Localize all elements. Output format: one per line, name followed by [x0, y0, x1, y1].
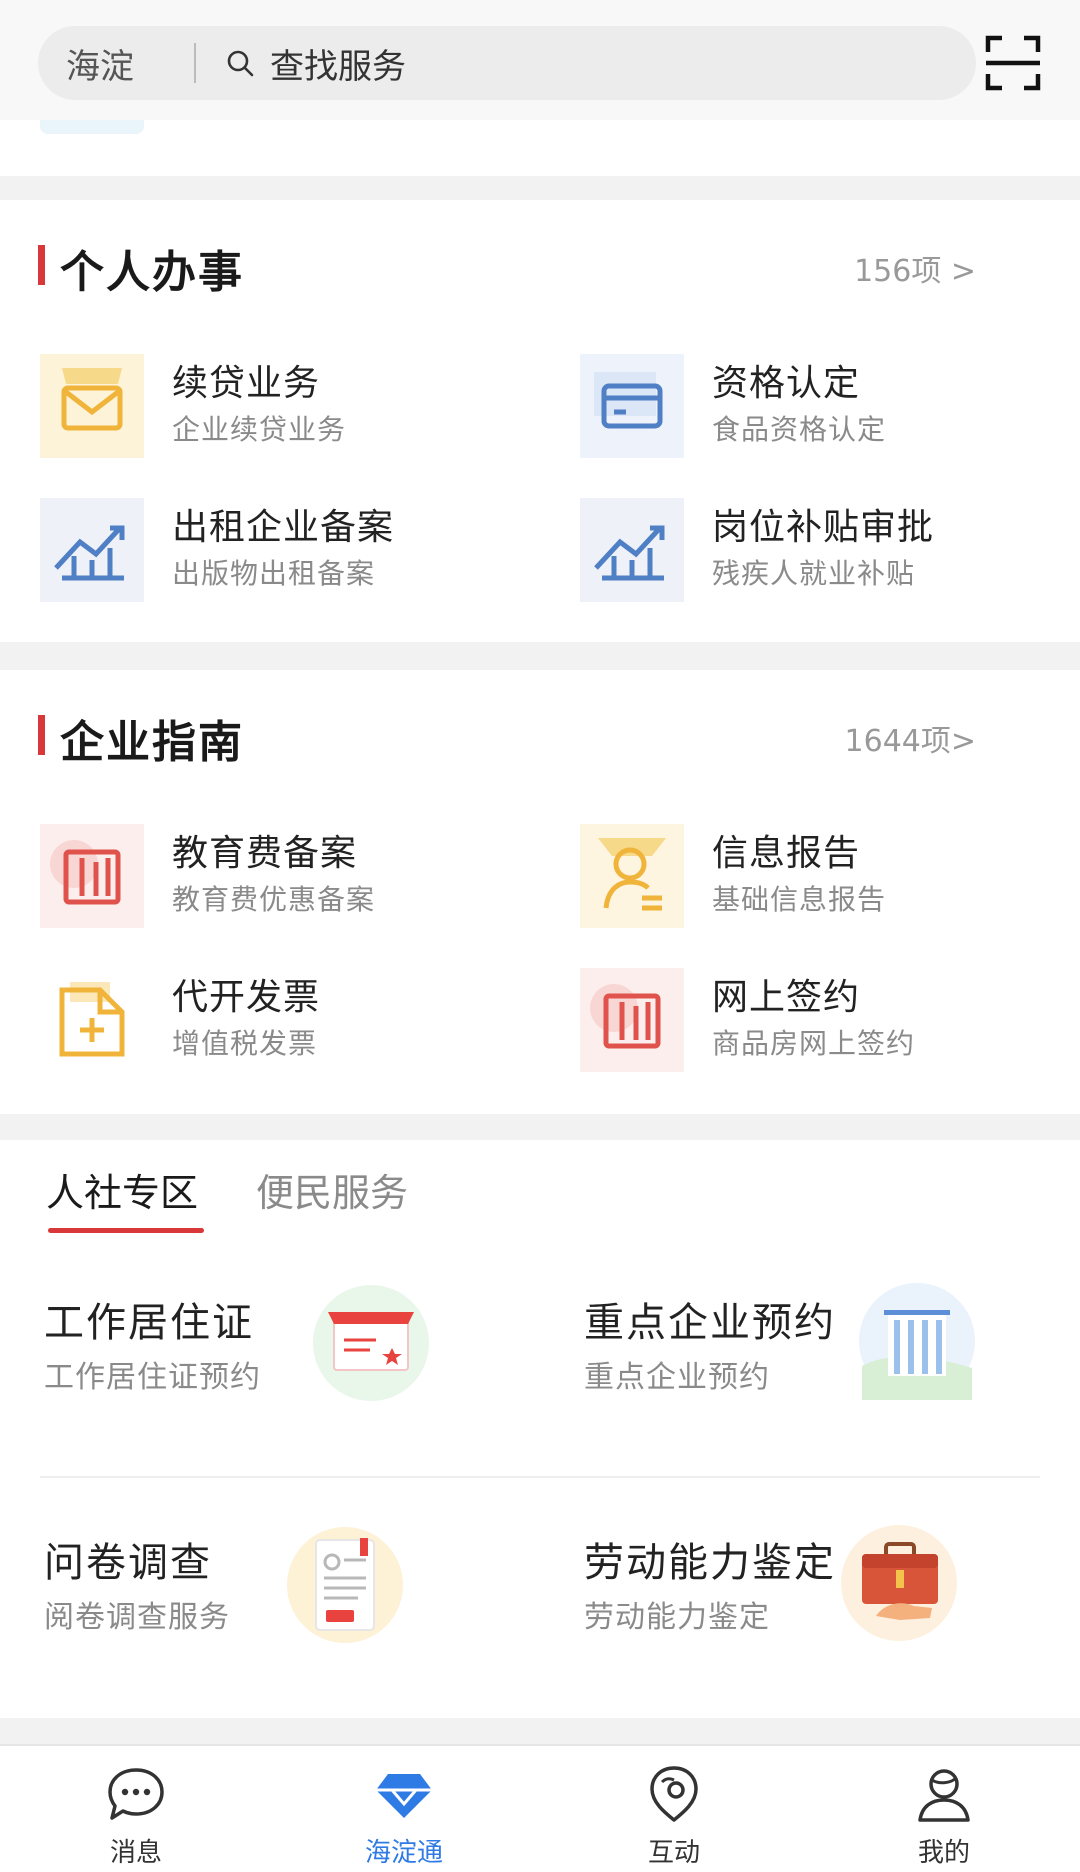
zone-item[interactable]: 重点企业预约 重点企业预约 [584, 1283, 1080, 1420]
zone-title: 工作居住证 [44, 1300, 254, 1346]
cut-off-icon [40, 120, 144, 134]
section-accent-bar [38, 245, 45, 285]
previous-section-edge [0, 120, 1080, 176]
section-header: 企业指南 1644项> [0, 670, 1080, 794]
briefcase-icon [840, 1524, 958, 1642]
zone-divider [40, 1476, 1040, 1478]
search-icon [227, 50, 254, 77]
section-accent-bar [38, 715, 45, 755]
section-title: 个人办事 [60, 247, 244, 298]
nav-label: 我的 [917, 1838, 970, 1868]
zone-item[interactable]: 劳动能力鉴定 劳动能力鉴定 [584, 1525, 1080, 1660]
section-more-link[interactable]: 1644项> [845, 716, 976, 760]
service-title: 信息报告 [712, 833, 861, 874]
zone-item[interactable]: 工作居住证 工作居住证预约 [44, 1285, 544, 1420]
book-icon [40, 824, 144, 928]
chart-up-icon [580, 498, 684, 602]
tabbed-services-section: 人社专区 便民服务 工作居住证 工作居住证预约 重点企业预约 重点企业预约 问卷… [0, 1140, 1080, 1718]
service-item[interactable]: 网上签约 商品房网上签约 [580, 968, 1080, 1078]
section-header: 个人办事 156项 > [0, 200, 1080, 324]
tab-hr-zone[interactable]: 人社专区 [46, 1162, 198, 1217]
search-input[interactable]: 查找服务 [270, 39, 406, 88]
zone-item[interactable]: 问卷调查 阅卷调查服务 [44, 1527, 544, 1660]
section-more-link[interactable]: 156项 > [854, 246, 976, 290]
chart-up-icon [40, 498, 144, 602]
form-icon [286, 1526, 404, 1644]
scan-icon[interactable] [984, 34, 1042, 92]
service-item[interactable]: 代开发票 增值税发票 [40, 968, 540, 1078]
service-subtitle: 企业续贷业务 [172, 413, 347, 446]
service-item[interactable]: 教育费备案 教育费优惠备案 [40, 824, 540, 934]
service-item[interactable]: 出租企业备案 出版物出租备案 [40, 498, 540, 608]
service-subtitle: 教育费优惠备案 [172, 883, 376, 916]
service-subtitle: 商品房网上签约 [712, 1027, 916, 1060]
nav-label: 互动 [647, 1838, 700, 1868]
tab-convenience-services[interactable]: 便民服务 [256, 1162, 408, 1217]
zone-subtitle: 重点企业预约 [584, 1360, 770, 1395]
building-icon [858, 1282, 976, 1400]
active-tab-indicator [48, 1228, 204, 1233]
service-title: 资格认定 [712, 363, 861, 404]
service-title: 代开发票 [172, 977, 321, 1018]
nav-item-mine[interactable]: 我的 [864, 1746, 1024, 1872]
service-subtitle: 食品资格认定 [712, 413, 887, 446]
service-item[interactable]: 资格认定 食品资格认定 [580, 354, 1080, 464]
search-bar[interactable]: 海淀 查找服务 [38, 26, 976, 100]
certificate-icon [312, 1284, 430, 1402]
search-divider [194, 43, 196, 83]
nav-item-haidiantong[interactable]: 海淀通 [324, 1746, 484, 1872]
service-subtitle: 基础信息报告 [712, 883, 887, 916]
service-item[interactable]: 岗位补贴审批 残疾人就业补贴 [580, 498, 1080, 608]
zone-subtitle: 劳动能力鉴定 [584, 1600, 770, 1635]
nav-label: 海淀通 [364, 1838, 443, 1868]
nav-label: 消息 [109, 1838, 162, 1868]
section-title: 企业指南 [60, 717, 244, 768]
personal-services-section: 个人办事 156项 > 续贷业务 企业续贷业务 资格认定 食品资格认定 出租企业… [0, 200, 1080, 642]
message-icon [108, 1768, 164, 1820]
person-report-icon [580, 824, 684, 928]
zone-title: 重点企业预约 [584, 1300, 836, 1346]
district-selector[interactable]: 海淀 [38, 39, 194, 88]
service-subtitle: 残疾人就业补贴 [712, 557, 916, 590]
service-title: 教育费备案 [172, 833, 358, 874]
service-subtitle: 出版物出租备案 [172, 557, 376, 590]
service-title: 网上签约 [712, 977, 861, 1018]
card-icon [580, 354, 684, 458]
service-item[interactable]: 信息报告 基础信息报告 [580, 824, 1080, 934]
diamond-icon [376, 1774, 432, 1818]
zone-title: 问卷调查 [44, 1540, 212, 1586]
service-title: 续贷业务 [172, 363, 321, 404]
envelope-icon [40, 354, 144, 458]
top-header: 海淀 查找服务 [0, 0, 1080, 120]
user-icon [918, 1769, 970, 1822]
nav-item-interaction[interactable]: 互动 [594, 1746, 754, 1872]
service-item[interactable]: 续贷业务 企业续贷业务 [40, 354, 540, 464]
zone-subtitle: 工作居住证预约 [44, 1360, 261, 1395]
service-subtitle: 增值税发票 [172, 1027, 318, 1060]
service-title: 出租企业备案 [172, 507, 395, 548]
bottom-navigation: 消息 海淀通 互动 我的 [0, 1744, 1080, 1872]
enterprise-guide-section: 企业指南 1644项> 教育费备案 教育费优惠备案 信息报告 基础信息报告 代开… [0, 670, 1080, 1114]
zone-subtitle: 阅卷调查服务 [44, 1600, 230, 1635]
invoice-add-icon [40, 968, 144, 1072]
book-icon [580, 968, 684, 1072]
location-chat-icon [650, 1766, 698, 1822]
service-title: 岗位补贴审批 [712, 507, 935, 548]
zone-title: 劳动能力鉴定 [584, 1540, 836, 1586]
nav-item-messages[interactable]: 消息 [56, 1746, 216, 1872]
